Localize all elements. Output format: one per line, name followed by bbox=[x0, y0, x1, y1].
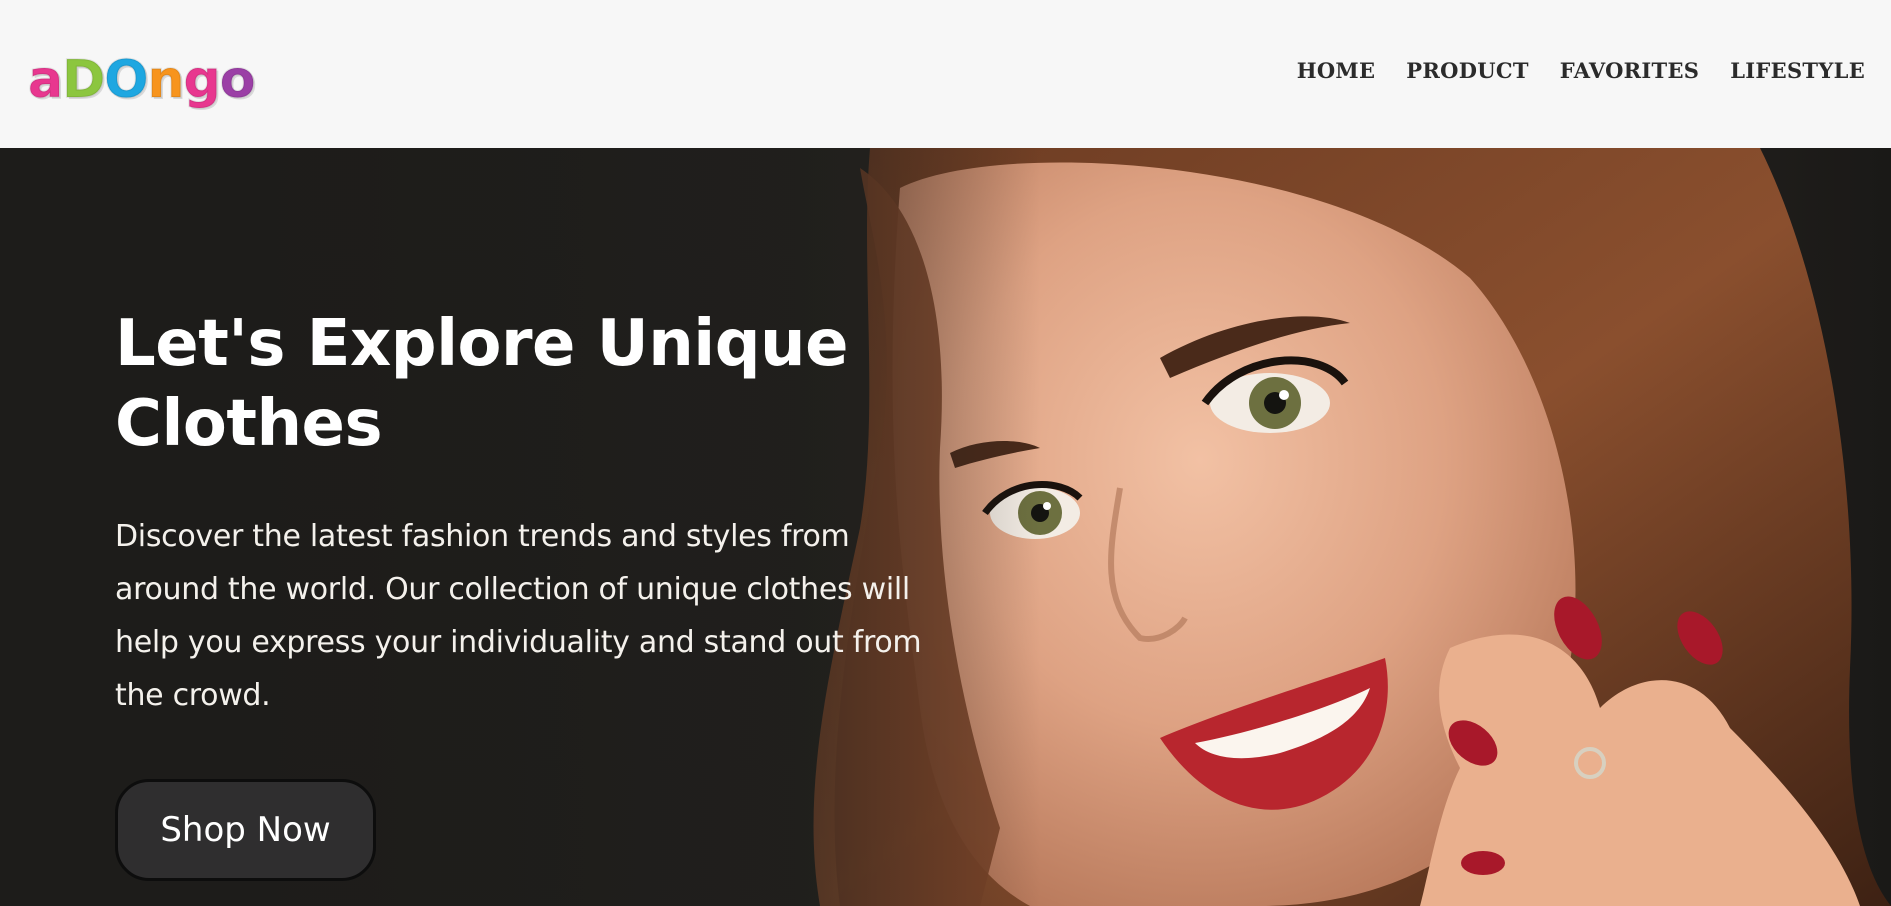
nav-product[interactable]: PRODUCT bbox=[1406, 58, 1529, 83]
brand-logo[interactable]: aDOngo bbox=[27, 44, 257, 110]
logo-letter: g bbox=[183, 50, 222, 110]
logo-letter: D bbox=[61, 50, 106, 110]
nav-home[interactable]: HOME bbox=[1297, 58, 1376, 83]
nav-favorites[interactable]: FAVORITES bbox=[1560, 58, 1699, 83]
hero-copy: Let's Explore Unique Clothes Discover th… bbox=[115, 304, 935, 722]
logo-letter: o bbox=[219, 50, 257, 110]
shop-now-button[interactable]: Shop Now bbox=[115, 779, 376, 881]
logo-letter: a bbox=[27, 50, 64, 110]
nav-lifestyle[interactable]: LIFESTYLE bbox=[1730, 58, 1865, 83]
logo-letter: O bbox=[103, 50, 149, 110]
hero-banner: Let's Explore Unique Clothes Discover th… bbox=[0, 148, 1891, 906]
main-nav: HOME PRODUCT FAVORITES LIFESTYLE bbox=[1297, 58, 1865, 83]
site-header: aDOngo HOME PRODUCT FAVORITES LIFESTYLE bbox=[0, 0, 1891, 148]
hero-title: Let's Explore Unique Clothes bbox=[115, 307, 848, 461]
logo-letter: n bbox=[146, 50, 185, 110]
hero-description: Discover the latest fashion trends and s… bbox=[115, 519, 922, 713]
